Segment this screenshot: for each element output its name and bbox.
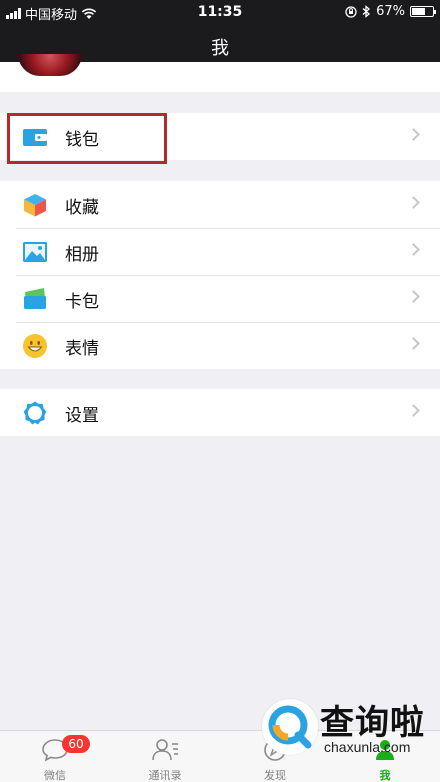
highlight-box — [7, 113, 167, 164]
orientation-lock-icon — [345, 5, 357, 18]
menu-item-album[interactable]: 相册 — [0, 228, 440, 275]
album-icon — [23, 242, 47, 262]
sticker-smiley-icon — [23, 334, 47, 358]
profile-header[interactable] — [0, 54, 440, 92]
unread-badge: 60 — [62, 735, 90, 753]
chevron-right-icon — [407, 337, 420, 350]
tab-label: 发现 — [264, 769, 286, 782]
watermark: 查询啦 chaxunla.com — [258, 693, 440, 763]
chevron-right-icon — [407, 290, 420, 303]
menu-item-label: 表情 — [65, 339, 99, 359]
menu-item-favorites[interactable]: 收藏 — [0, 181, 440, 228]
avatar[interactable] — [18, 54, 82, 76]
chevron-right-icon — [407, 243, 420, 256]
favorites-cube-icon — [24, 194, 46, 217]
settings-gear-icon — [23, 401, 47, 425]
tab-label: 通讯录 — [148, 769, 182, 782]
battery-icon — [410, 6, 436, 17]
settings-group: 设置 — [0, 389, 440, 436]
top-bar: 中国移动 11:35 67% 我 — [0, 0, 440, 62]
chevron-right-icon — [407, 196, 420, 209]
chevron-right-icon — [407, 128, 420, 141]
tab-contacts[interactable]: 通讯录 — [110, 731, 220, 782]
tab-label: 我 — [379, 769, 391, 782]
battery-percent: 67% — [376, 4, 405, 19]
menu-item-label: 卡包 — [65, 292, 99, 312]
status-bar: 中国移动 11:35 67% — [0, 0, 440, 24]
watermark-url: chaxunla.com — [324, 739, 411, 755]
menu-item-label: 相册 — [65, 245, 99, 265]
tab-chats[interactable]: 60 微信 — [0, 731, 110, 782]
tab-label: 微信 — [44, 769, 66, 782]
search-q-icon — [268, 705, 312, 749]
watermark-logo — [262, 699, 318, 755]
menu-item-label: 设置 — [65, 406, 99, 426]
card-pack-icon — [24, 288, 46, 309]
menu-item-stickers[interactable]: 表情 — [0, 322, 440, 369]
chevron-right-icon — [407, 404, 420, 417]
watermark-title: 查询啦 — [320, 703, 425, 743]
bluetooth-icon — [362, 5, 371, 18]
features-group: 收藏 相册 卡包 表情 — [0, 181, 440, 369]
menu-item-settings[interactable]: 设置 — [0, 389, 440, 436]
contacts-icon — [152, 739, 178, 761]
menu-item-label: 收藏 — [65, 198, 99, 218]
menu-item-card-pack[interactable]: 卡包 — [0, 275, 440, 322]
